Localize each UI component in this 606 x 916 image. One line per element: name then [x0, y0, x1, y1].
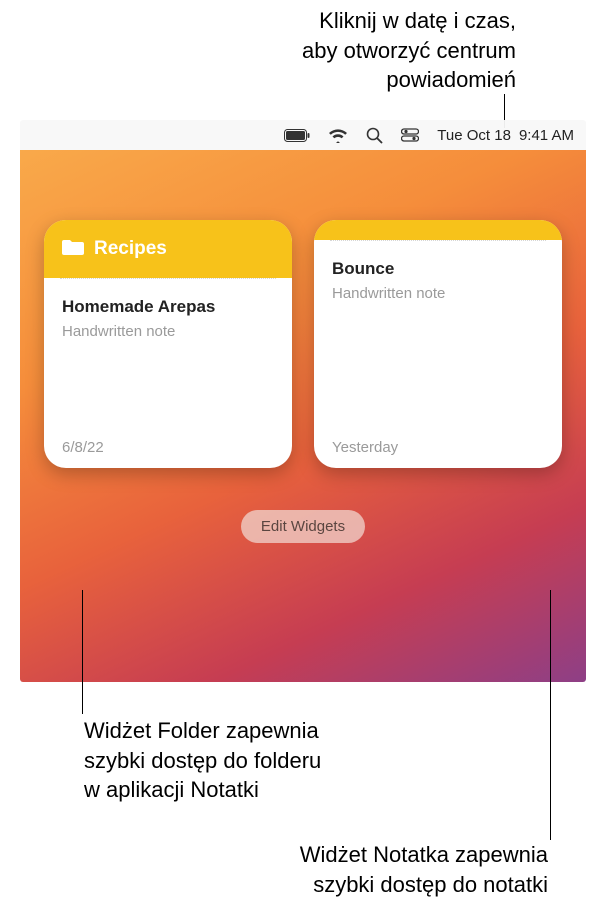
widget-header: [314, 220, 562, 240]
note-title: Homemade Arepas: [62, 297, 274, 317]
widgets-row: Recipes Homemade Arepas Handwritten note…: [20, 220, 586, 468]
note-date: 6/8/22: [62, 439, 274, 456]
note-subtitle: Handwritten note: [62, 323, 274, 340]
widget-tab-bar: [314, 220, 562, 240]
callout-line-right: [550, 590, 551, 840]
annotation-left: Widżet Folder zapewnia szybki dostęp do …: [84, 716, 444, 805]
edit-widgets-label: Edit Widgets: [261, 518, 345, 535]
screenshot-frame: Tue Oct 18 9:41 AM Recipes Homemade Arep…: [20, 120, 586, 682]
widget-header: Recipes: [44, 220, 292, 278]
desktop: Recipes Homemade Arepas Handwritten note…: [20, 150, 586, 682]
widget-body: Bounce Handwritten note Yesterday: [314, 241, 562, 468]
wifi-icon: [328, 128, 348, 143]
menubar: Tue Oct 18 9:41 AM: [20, 120, 586, 150]
widget-folder-title: Recipes: [94, 238, 167, 260]
edit-widgets-button[interactable]: Edit Widgets: [241, 510, 365, 543]
menubar-time: 9:41 AM: [519, 127, 574, 144]
spotlight-icon[interactable]: [366, 127, 383, 144]
folder-icon: [62, 238, 84, 261]
control-center-icon[interactable]: [401, 128, 419, 142]
menubar-datetime[interactable]: Tue Oct 18 9:41 AM: [437, 127, 574, 144]
callout-line-left: [82, 590, 83, 714]
widget-body: Homemade Arepas Handwritten note 6/8/22: [44, 279, 292, 468]
annotation-right: Widżet Notatka zapewnia szybki dostęp do…: [128, 840, 548, 899]
menubar-date: Tue Oct 18: [437, 127, 511, 144]
annotation-top: Kliknij w datę i czas, aby otworzyć cent…: [136, 6, 516, 95]
notes-folder-widget[interactable]: Recipes Homemade Arepas Handwritten note…: [44, 220, 292, 468]
battery-icon: [284, 129, 310, 142]
note-title: Bounce: [332, 259, 544, 279]
notes-note-widget[interactable]: Bounce Handwritten note Yesterday: [314, 220, 562, 468]
note-subtitle: Handwritten note: [332, 285, 544, 302]
note-date: Yesterday: [332, 439, 544, 456]
